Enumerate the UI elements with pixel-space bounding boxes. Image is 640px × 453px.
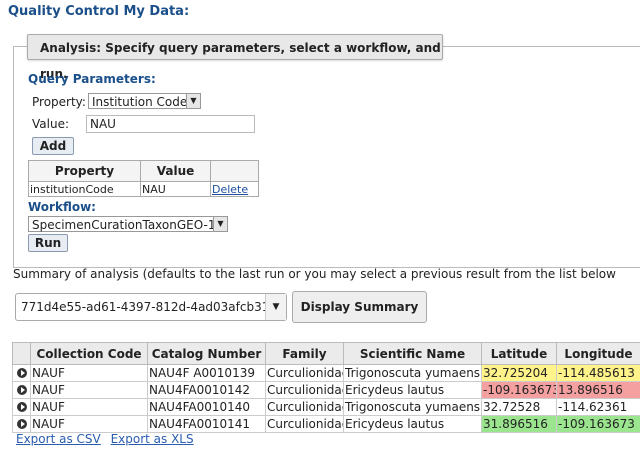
- cell-collection-code: NAUF: [30, 415, 148, 433]
- cell-collection-code: NAUF: [30, 381, 148, 399]
- results-header-latitude[interactable]: Latitude: [481, 342, 557, 365]
- cell-catalog-number: NAU4FA0010142: [147, 381, 266, 399]
- chevron-down-icon: ▼: [186, 94, 200, 108]
- cell-collection-code: NAUF: [30, 364, 148, 382]
- chevron-down-icon: ▼: [265, 294, 286, 320]
- params-header-action: [210, 160, 259, 182]
- cell-family: Curculionidae: [265, 381, 344, 399]
- cell-latitude: 32.72528: [481, 398, 557, 416]
- workflow-select[interactable]: SpecimenCurationTaxonGEO-1 ▼: [28, 216, 228, 232]
- export-xls-link[interactable]: Export as XLS: [111, 432, 194, 446]
- results-header-family[interactable]: Family: [265, 342, 344, 365]
- cell-latitude: 31.896516: [481, 415, 557, 433]
- cell-scientific-name: Ericydeus lautus: [343, 415, 482, 433]
- cell-family: Curculionidae: [265, 398, 344, 416]
- query-parameters-label: Query Parameters:: [28, 72, 156, 86]
- cell-family: Curculionidae: [265, 415, 344, 433]
- params-cell-value: NAU: [140, 181, 211, 197]
- params-cell-property: institutionCode: [28, 181, 141, 197]
- cell-latitude: 32.725204: [481, 364, 557, 382]
- cell-longitude: -114.485613: [556, 364, 640, 382]
- workflow-label: Workflow:: [28, 200, 96, 214]
- expand-icon: [12, 398, 31, 416]
- cell-catalog-number: NAU4FA0010140: [147, 398, 266, 416]
- value-input[interactable]: NAU: [86, 115, 255, 133]
- results-header-expand: [12, 342, 31, 365]
- cell-scientific-name: Ericydeus lautus: [343, 381, 482, 399]
- analysis-header: Analysis: Specify query parameters, sele…: [27, 34, 443, 81]
- query-params-table: Property Value institutionCode NAU Delet…: [28, 160, 259, 197]
- workflow-select-value: SpecimenCurationTaxonGEO-1: [32, 218, 216, 232]
- expand-icon: [12, 364, 31, 382]
- export-links: Export as CSV Export as XLS: [16, 432, 200, 446]
- cell-latitude: -109.163673: [481, 381, 557, 399]
- property-select-value: Institution Code: [92, 95, 188, 109]
- run-select[interactable]: 771d4e55-ad61-4397-812d-4ad03afcb319 ▼: [15, 293, 287, 321]
- table-row[interactable]: NAUF NAU4FA0010140 Curculionidae Trigonoscu…: [12, 398, 640, 416]
- expand-row-icon[interactable]: [16, 385, 27, 395]
- run-select-value: 771d4e55-ad61-4397-812d-4ad03afcb319: [21, 300, 278, 314]
- cell-collection-code: NAUF: [30, 398, 148, 416]
- results-header-collection-code[interactable]: Collection Code: [30, 342, 148, 365]
- cell-scientific-name: Trigonoscuta yumaensis: [343, 364, 482, 382]
- results-header-scientific-name[interactable]: Scientific Name: [343, 342, 482, 365]
- expand-row-icon[interactable]: [16, 419, 27, 429]
- property-select[interactable]: Institution Code ▼: [88, 93, 201, 109]
- export-csv-link[interactable]: Export as CSV: [16, 432, 101, 446]
- display-summary-button[interactable]: Display Summary: [292, 291, 427, 323]
- run-button[interactable]: Run: [28, 234, 68, 252]
- results-table: Collection Code Catalog Number Family Sc…: [12, 342, 640, 433]
- chevron-down-icon: ▼: [213, 217, 227, 231]
- delete-link[interactable]: Delete: [212, 183, 248, 196]
- expand-icon: [12, 415, 31, 433]
- cell-longitude: -114.62361: [556, 398, 640, 416]
- expand-icon: [12, 381, 31, 399]
- value-label: Value:: [32, 117, 69, 131]
- expand-row-icon[interactable]: [16, 402, 27, 412]
- table-row[interactable]: NAUF NAU4FA0010141 Curculionidae Ericydeus …: [12, 415, 640, 433]
- table-row[interactable]: NAUF NAU4F A0010139 Curculionidae Trigonosc…: [12, 364, 640, 382]
- property-label: Property:: [32, 95, 86, 109]
- params-header-property: Property: [28, 160, 141, 182]
- summary-description: Summary of analysis (defaults to the las…: [13, 267, 616, 281]
- cell-catalog-number: NAU4FA0010141: [147, 415, 266, 433]
- results-header-longitude[interactable]: Longitude: [556, 342, 640, 365]
- add-button[interactable]: Add: [32, 137, 74, 155]
- cell-family: Curculionidae: [265, 364, 344, 382]
- expand-row-icon[interactable]: [16, 368, 27, 378]
- results-header-catalog-number[interactable]: Catalog Number: [147, 342, 266, 365]
- table-row[interactable]: NAUF NAU4FA0010142 Curculionidae Ericydeus …: [12, 381, 640, 399]
- params-row: institutionCode NAU Delete: [28, 181, 259, 197]
- cell-longitude: 13.896516: [556, 381, 640, 399]
- params-header-value: Value: [140, 160, 211, 182]
- cell-catalog-number: NAU4F A0010139: [147, 364, 266, 382]
- cell-scientific-name: Trigonoscuta yumaensis: [343, 398, 482, 416]
- cell-longitude: -109.163673: [556, 415, 640, 433]
- page-title: Quality Control My Data:: [8, 4, 190, 19]
